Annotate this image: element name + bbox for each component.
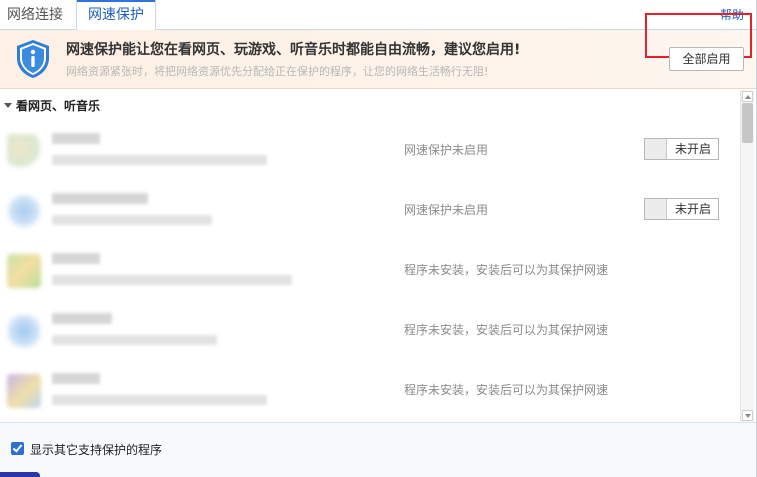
app-description (52, 335, 217, 345)
app-description (52, 395, 267, 405)
window: 网络连接 网速保护 帮助 网速保护能让您在看网页、玩游戏、听音乐时都能自由流畅，… (0, 0, 757, 477)
app-name (52, 313, 112, 324)
toggle-label: 未开启 (674, 202, 711, 216)
app-icon (7, 134, 41, 168)
scroll-thumb[interactable] (742, 103, 753, 143)
row-status: 程序未安装，安装后可以为其保护网速 (404, 383, 609, 397)
section-title: 看网页、听音乐 (16, 99, 101, 113)
show-other-checkbox[interactable] (11, 442, 24, 455)
row-status: 程序未安装，安装后可以为其保护网速 (404, 323, 609, 337)
list-item: 网速保护未启用 未开启 (0, 180, 740, 240)
row-status: 网速保护未启用 (404, 143, 489, 157)
row-status: 网速保护未启用 (404, 203, 489, 217)
app-icon (7, 194, 41, 228)
app-name (52, 373, 100, 384)
list-item: 程序未安装，安装后可以为其保护网速 (0, 360, 740, 420)
tab-speed-protection[interactable]: 网速保护 (76, 0, 156, 31)
row-status: 程序未安装，安装后可以为其保护网速 (404, 263, 609, 277)
program-list: 看网页、听音乐 网速保护未启用 未开启 网速保护未启用 未开启 程序未安装，安装… (0, 90, 740, 422)
list-scrollbar[interactable] (740, 90, 754, 422)
app-icon (7, 314, 41, 348)
toggle-knob (645, 139, 667, 159)
collapse-arrow-icon (4, 103, 12, 108)
scroll-down-icon[interactable] (742, 410, 753, 421)
toggle-knob (645, 199, 667, 219)
scroll-up-icon[interactable] (742, 91, 753, 102)
app-name (52, 133, 100, 144)
banner-subtitle: 网络资源紧张时，将把网络资源优先分配给正在保护的程序，让您的网络生活畅行无阻! (66, 65, 489, 78)
enable-all-button[interactable]: 全部启用 (669, 47, 744, 71)
protection-toggle[interactable]: 未开启 (644, 198, 719, 220)
list-item: 网速保护未启用 未开启 (0, 120, 740, 180)
list-item: 程序未安装，安装后可以为其保护网速 (0, 300, 740, 360)
list-item: 程序未安装，安装后可以为其保护网速 (0, 240, 740, 300)
footer: 显示其它支持保护的程序 (0, 422, 756, 477)
toggle-label: 未开启 (674, 142, 711, 156)
app-name (52, 193, 148, 204)
app-description (52, 275, 292, 285)
app-description (52, 155, 267, 165)
show-other-label[interactable]: 显示其它支持保护的程序 (30, 441, 162, 458)
app-icon (7, 254, 41, 288)
protection-toggle[interactable]: 未开启 (644, 138, 719, 160)
section-header[interactable]: 看网页、听音乐 (4, 97, 100, 114)
tab-network-connection[interactable]: 网络连接 (0, 0, 70, 30)
bottom-accent-bar (0, 472, 40, 477)
banner-title: 网速保护能让您在看网页、玩游戏、听音乐时都能自由流畅，建议您启用! (66, 42, 521, 58)
app-icon (7, 374, 41, 408)
app-name (52, 253, 100, 264)
tab-bar: 网络连接 网速保护 帮助 (0, 0, 756, 31)
shield-info-icon (17, 40, 49, 78)
info-banner: 网速保护能让您在看网页、玩游戏、听音乐时都能自由流畅，建议您启用! 网络资源紧张… (0, 30, 756, 89)
app-description (52, 215, 212, 225)
